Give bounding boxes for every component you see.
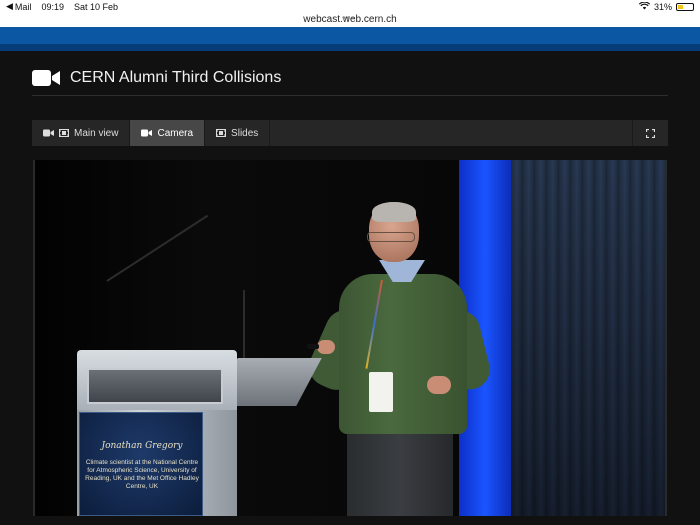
page-title: CERN Alumni Third Collisions (70, 69, 282, 86)
status-date: Sat 10 Feb (73, 1, 118, 12)
presentation-clicker (307, 344, 319, 349)
tab-main-view[interactable]: Main view (32, 120, 131, 146)
speaker-torso (339, 274, 467, 434)
speaker-legs (347, 432, 453, 516)
video-player[interactable]: Jonathan Gregory Climate scientist at th… (33, 160, 667, 516)
speaker-hair (372, 202, 416, 222)
address-bar[interactable]: ••• webcast.web.cern.ch (0, 13, 700, 27)
battery-icon (676, 2, 694, 11)
speaker-glasses (367, 232, 415, 242)
podium-screen (87, 368, 223, 404)
speaker-hand-left (317, 340, 335, 354)
title-divider (32, 95, 668, 96)
site-banner (0, 27, 700, 44)
back-to-mail[interactable]: ◀ Mail (6, 1, 31, 12)
battery-percent: 31% (653, 1, 672, 12)
tab-slides[interactable]: Slides (205, 120, 271, 146)
title-row: CERN Alumni Third Collisions (32, 69, 281, 87)
tab-label: Camera (157, 127, 194, 139)
tab-label: Slides (231, 127, 259, 139)
video-camera-icon (141, 129, 153, 137)
wifi-icon (638, 0, 651, 12)
film-icon (216, 129, 227, 137)
status-time: 09:19 (41, 1, 64, 12)
video-camera-icon (43, 129, 54, 137)
view-tabs: Main view Camera Slides (32, 120, 668, 146)
ios-status-bar: ◀ Mail 09:19 Sat 10 Feb 31% (0, 0, 700, 13)
back-app-label: Mail (14, 1, 32, 12)
stage-curtain (511, 160, 665, 516)
speaker-hand-right (427, 376, 451, 394)
microphone-right (243, 290, 245, 360)
tab-label: Main view (74, 127, 119, 139)
tab-camera[interactable]: Camera (130, 120, 206, 146)
speaker-description: Climate scientist at the National Centre… (85, 459, 199, 490)
more-dots-icon[interactable]: ••• (342, 14, 356, 24)
speaker-name: Jonathan Gregory (101, 441, 183, 451)
site-banner-strip (0, 44, 700, 51)
video-camera-icon (32, 70, 60, 86)
film-icon (59, 129, 69, 137)
speaker-badge (369, 372, 393, 412)
fullscreen-icon (646, 128, 655, 138)
fullscreen-button[interactable] (632, 120, 668, 146)
webcast-page: CERN Alumni Third Collisions Main view C… (0, 51, 700, 525)
podium-name-panel: Jonathan Gregory Climate scientist at th… (79, 412, 203, 516)
back-triangle-icon: ◀ (6, 1, 13, 11)
